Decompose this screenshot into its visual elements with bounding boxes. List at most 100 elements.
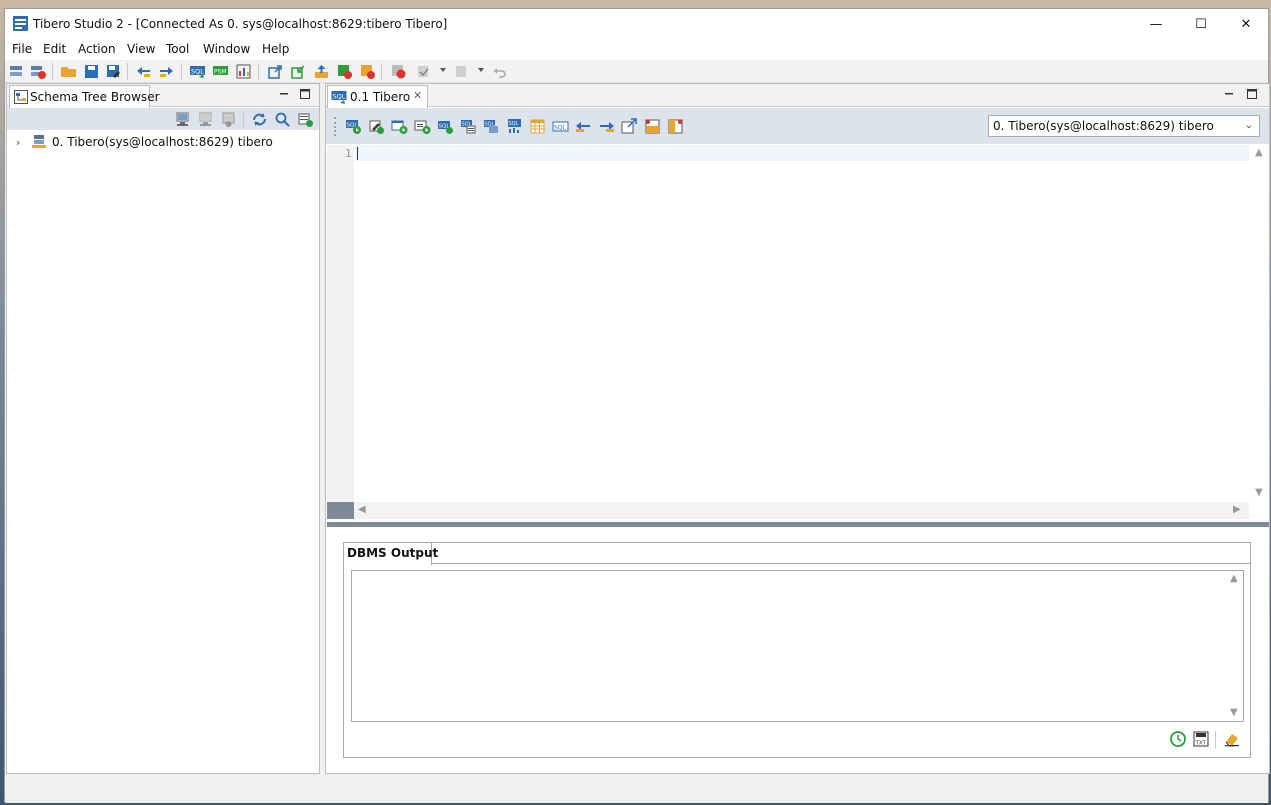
menu-tool[interactable]: Tool [166,42,189,56]
save-text-icon[interactable]: TXT [1192,730,1210,748]
app-window: Tibero Studio 2 - [Connected As 0. sys@l… [4,8,1270,803]
scroll-up-icon[interactable]: ▲ [1255,147,1263,158]
diagram-icon[interactable] [235,63,252,80]
text-cursor [357,147,358,160]
sql-trace-icon[interactable]: SQL [483,118,500,135]
editor-output-splitter[interactable] [327,522,1269,527]
split-vertical-icon[interactable] [667,118,684,135]
split-horizontal-icon[interactable] [644,118,661,135]
history-back-icon[interactable] [575,118,592,135]
open-external-icon[interactable] [621,118,638,135]
editor-tab-bar: SQL 0.1 Tibero ✕ [326,84,1269,108]
tab-tibero-editor[interactable]: SQL 0.1 Tibero ✕ [327,85,428,108]
dbms-output-panel: DBMS Output ▲ ▼ TXT [343,542,1251,758]
editor-minimize-icon[interactable] [1222,87,1236,101]
server-icon[interactable] [220,111,237,128]
schema-toolbar [7,108,319,130]
execute-sql-icon[interactable]: SQL [345,118,362,135]
stop-icon[interactable] [390,63,407,80]
connection-select[interactable]: 0. Tibero(sys@localhost:8629) tibero ⌄ [988,115,1260,137]
main-toolbar: SQL PSM [5,60,1268,83]
history-forward-icon[interactable] [598,118,615,135]
import-icon[interactable] [290,63,307,80]
maximize-view-icon[interactable] [298,87,312,101]
scroll-left-icon[interactable]: ◀ [358,504,366,515]
output-scroll-up-icon[interactable]: ▲ [1230,573,1238,584]
minimize-view-icon[interactable] [277,87,291,101]
connect-icon[interactable] [8,63,25,80]
rollback-icon[interactable] [453,63,470,80]
tree-item-connection[interactable]: › 0. Tibero(sys@localhost:8629) tibero [7,132,319,152]
rollback-dropdown-icon[interactable] [478,68,484,72]
scroll-down-icon[interactable]: ▼ [1255,487,1263,498]
upload-icon[interactable] [313,63,330,80]
line-number-gutter: 1 [327,145,354,519]
svg-text:SQL: SQL [509,121,519,127]
clock-icon[interactable] [1169,730,1187,748]
search-icon[interactable] [274,111,291,128]
execute-statement-icon[interactable] [391,118,408,135]
tab-schema-tree-browser[interactable]: Schema Tree Browser [9,85,160,108]
editor-toolbar: SQL SQL SQL SQL SQL SQL 0. Tibero(sys@lo… [326,108,1269,144]
output-scroll-down-icon[interactable]: ▼ [1230,707,1238,718]
filter-icon[interactable] [297,111,314,128]
execute-edit-icon[interactable] [368,118,385,135]
schema-tab-bar: Schema Tree Browser [7,84,319,108]
menu-action[interactable]: Action [78,42,116,56]
editor-maximize-icon[interactable] [1245,87,1259,101]
execute-script-icon[interactable] [414,118,431,135]
maximize-button[interactable]: ☐ [1178,9,1224,40]
dbms-output-area[interactable]: ▲ ▼ [351,570,1244,722]
menu-view[interactable]: View [127,42,155,56]
output-vertical-scrollbar[interactable]: ▲ ▼ [1227,571,1243,721]
connection-icon[interactable] [174,111,191,128]
connection-select-value: 0. Tibero(sys@localhost:8629) tibero [993,119,1214,133]
menu-edit[interactable]: Edit [43,42,66,56]
editor-tab-label: 0.1 Tibero [350,90,411,104]
delete-object-icon[interactable] [359,63,376,80]
commit-dropdown-icon[interactable] [440,68,446,72]
menu-help[interactable]: Help [262,42,289,56]
result-grid-icon[interactable] [529,118,546,135]
sql-format-icon[interactable]: SQL [552,118,569,135]
svg-text:SQL: SQL [554,125,567,132]
psm-editor-icon[interactable]: PSM [212,63,229,80]
menu-window[interactable]: Window [203,42,250,56]
eraser-icon[interactable] [1223,730,1241,748]
refresh-icon[interactable] [251,111,268,128]
disconnect-icon[interactable] [30,63,47,80]
schema-tree-panel: Schema Tree Browser › 0. Tibero(sys@loca… [6,83,320,774]
editor-vertical-scrollbar[interactable]: ▲ ▼ [1249,145,1269,502]
scroll-right-icon[interactable]: ▶ [1233,504,1241,515]
svg-text:SQL: SQL [333,93,346,101]
commit-icon[interactable] [415,63,432,80]
line-number: 1 [345,147,352,160]
tab-dbms-output[interactable]: DBMS Output [344,543,438,565]
sql-plan-icon[interactable]: SQL [460,118,477,135]
disconnected-icon[interactable] [197,111,214,128]
delete-table-icon[interactable] [336,63,353,80]
tree-item-label: 0. Tibero(sys@localhost:8629) tibero [52,135,273,149]
undo-icon[interactable] [491,63,508,80]
tree-expander-icon[interactable]: › [16,136,20,149]
sql-run-icon[interactable]: SQL [437,118,454,135]
forward-arrow-icon[interactable] [158,63,175,80]
menu-file[interactable]: File [12,42,32,56]
save-as-icon[interactable] [105,63,122,80]
tab-close-icon[interactable]: ✕ [413,89,422,102]
minimize-button[interactable]: — [1133,9,1179,40]
export-icon[interactable] [267,63,284,80]
sql-editor-icon[interactable]: SQL [189,63,206,80]
svg-text:PSM: PSM [214,69,227,76]
window-title: Tibero Studio 2 - [Connected As 0. sys@l… [33,17,448,31]
back-arrow-icon[interactable] [135,63,152,80]
status-bar [5,775,1268,803]
open-folder-icon[interactable] [60,63,77,80]
sql-editor[interactable]: 1 ▲ ▼ ◀ ▶ [327,145,1269,519]
editor-horizontal-scrollbar[interactable]: ◀ ▶ [354,502,1249,519]
close-button[interactable]: ✕ [1223,9,1269,40]
dbms-tab-bar: DBMS Output [344,543,1250,565]
save-icon[interactable] [83,63,100,80]
menu-bar: File Edit Action View Tool Window Help [5,40,1268,60]
sql-stats-icon[interactable]: SQL [506,118,523,135]
